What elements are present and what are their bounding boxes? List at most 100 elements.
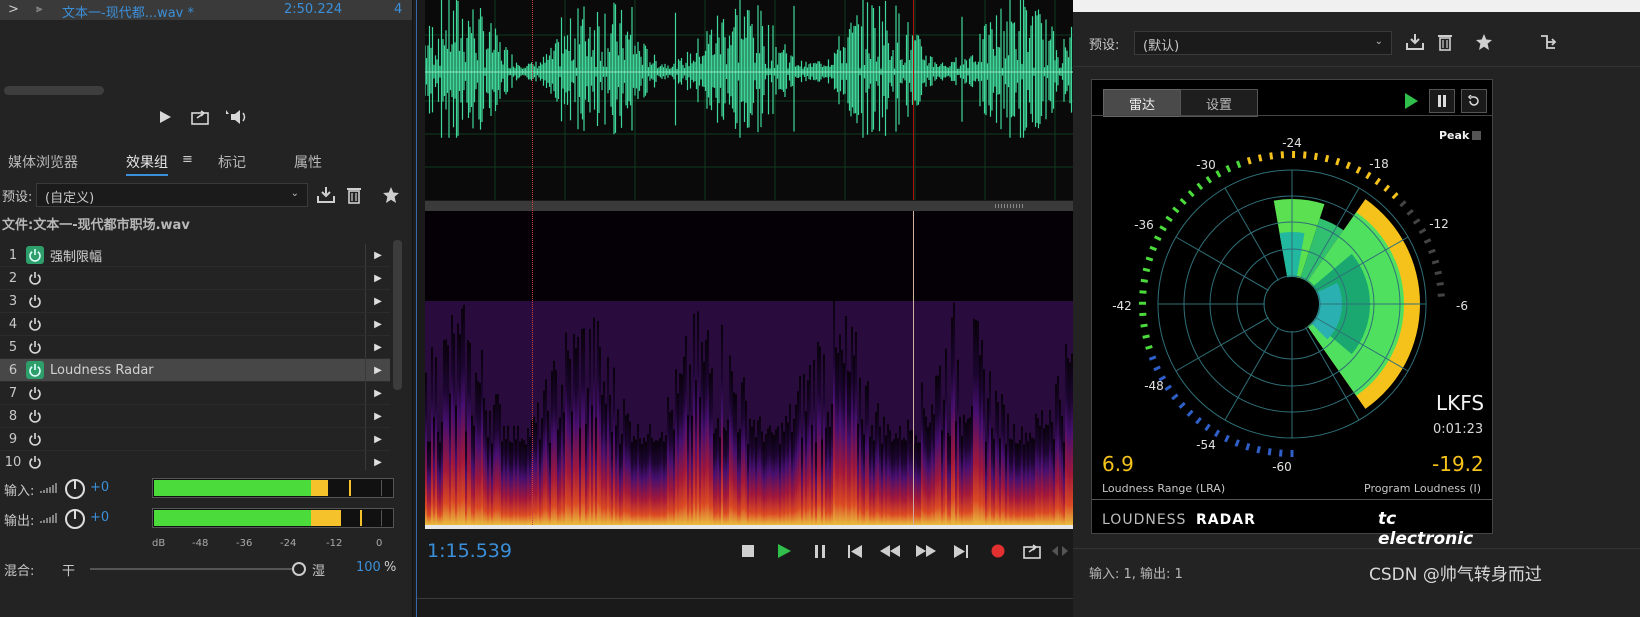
panel-tabs: 媒体浏览器 效果组 ≡ 标记 属性 (0, 150, 412, 176)
view-divider[interactable] (425, 201, 1073, 211)
effect-menu-arrow-icon[interactable]: ▶ (365, 359, 390, 381)
pause-icon[interactable] (811, 542, 829, 560)
record-icon[interactable] (989, 542, 1007, 560)
export-icon[interactable] (1021, 542, 1043, 560)
slot-number: 10 (4, 454, 22, 470)
power-icon[interactable] (26, 384, 44, 402)
power-icon[interactable] (26, 269, 44, 287)
effect-menu-arrow-icon[interactable]: ▶ (365, 267, 390, 289)
power-icon[interactable] (26, 453, 44, 470)
power-icon[interactable] (26, 338, 44, 356)
preset-select[interactable]: (默认) ⌄ (1134, 31, 1392, 55)
input-gain-knob[interactable] (64, 478, 86, 500)
mix-slider-handle[interactable] (292, 562, 306, 576)
rack-slot[interactable]: 5 ▶ (0, 336, 390, 359)
file-list-row[interactable]: > ⫸ 文本一-现代都...wav * 2:50.224 4 (0, 0, 412, 21)
effect-menu-arrow-icon[interactable]: ▶ (365, 336, 390, 358)
current-time: 1:15.539 (427, 540, 512, 562)
rack-slot[interactable]: 10 ▶ (0, 451, 390, 470)
mix-wet-label: 湿 (312, 564, 326, 579)
fast-forward-icon[interactable] (915, 542, 937, 560)
waveform-icon: ⫸ (36, 2, 43, 15)
power-icon[interactable] (26, 315, 44, 333)
slot-number: 1 (8, 247, 18, 263)
favorite-star-icon[interactable] (1473, 32, 1495, 52)
horizontal-scrollbar[interactable] (4, 86, 104, 95)
routing-icon[interactable] (1537, 32, 1559, 52)
radar-scale-label: -30 (1196, 158, 1216, 172)
rack-scrollbar[interactable] (393, 240, 402, 390)
rewind-icon[interactable] (879, 542, 901, 560)
separator (1073, 66, 1640, 67)
effect-menu-arrow-icon[interactable]: ▶ (365, 405, 390, 427)
rack-slot[interactable]: 4 ▶ (0, 313, 390, 336)
radar-scale-label: -12 (1429, 217, 1449, 231)
spectrogram-display[interactable] (425, 211, 1073, 525)
rack-slot[interactable]: 3 ▶ (0, 290, 390, 313)
waveform-display[interactable] (425, 0, 1073, 200)
rack-slot[interactable]: 1 强制限幅 ▶ (0, 244, 390, 267)
program-loudness-value: -19.2 (1432, 452, 1484, 476)
output-gain-value[interactable]: +0 (90, 510, 109, 525)
tab-effects-rack[interactable]: 效果组 (126, 152, 168, 176)
skip-to-end-icon[interactable] (951, 542, 971, 560)
power-icon[interactable] (26, 430, 44, 448)
brand-radar: RADAR (1196, 512, 1256, 528)
mix-percent-value[interactable]: 100 (356, 560, 381, 575)
brand-separator (1092, 499, 1492, 500)
export-icon[interactable] (190, 108, 210, 126)
skip-selection-icon[interactable] (1049, 542, 1071, 560)
mix-slider-track[interactable] (90, 568, 300, 570)
scale-tick: 0 (376, 538, 383, 549)
effect-menu-arrow-icon[interactable]: ▶ (365, 313, 390, 335)
preset-select[interactable]: (自定义) ⌄ (36, 183, 308, 207)
play-icon[interactable] (775, 542, 793, 560)
delete-preset-icon[interactable] (344, 185, 364, 205)
rack-slot[interactable]: 2 ▶ (0, 267, 390, 290)
divider-grip-icon[interactable] (995, 204, 1025, 208)
brand-loudness: LOUDNESS (1102, 512, 1187, 528)
rack-slot[interactable]: 6 Loudness Radar ▶ (0, 359, 390, 382)
separator (1073, 548, 1640, 549)
tab-markers[interactable]: 标记 (218, 152, 246, 172)
file-name: 文本一-现代都...wav * (62, 6, 195, 21)
rack-slot[interactable]: 7 ▶ (0, 382, 390, 405)
effects-panel: > ⫸ 文本一-现代都...wav * 2:50.224 4 媒体浏览器 效果组… (0, 0, 413, 617)
tab-media-browser[interactable]: 媒体浏览器 (8, 152, 78, 172)
mix-row: 混合: 干 湿 100 % (0, 558, 412, 580)
skip-to-start-icon[interactable] (845, 542, 865, 560)
effect-menu-arrow-icon[interactable]: ▶ (365, 244, 390, 266)
save-preset-icon[interactable] (316, 185, 336, 205)
power-icon[interactable] (26, 292, 44, 310)
output-gain-knob[interactable] (64, 508, 86, 530)
power-icon[interactable] (26, 407, 44, 425)
panel-divider (417, 598, 1073, 599)
autoplay-speaker-icon[interactable] (222, 108, 250, 126)
power-icon[interactable] (26, 246, 44, 264)
delete-preset-icon[interactable] (1435, 32, 1455, 52)
effect-menu-arrow-icon[interactable]: ▶ (365, 428, 390, 450)
elapsed-time: 0:01:23 (1433, 422, 1484, 437)
rack-slot[interactable]: 9 ▶ (0, 428, 390, 451)
input-gain-value[interactable]: +0 (90, 480, 109, 495)
tab-properties[interactable]: 属性 (294, 152, 322, 172)
slot-number: 6 (8, 362, 18, 378)
power-icon[interactable] (26, 361, 44, 379)
signal-bars-icon (40, 483, 57, 493)
scale-tick: -24 (280, 538, 297, 549)
play-icon[interactable] (156, 108, 174, 126)
save-preset-icon[interactable] (1405, 32, 1425, 52)
hamburger-menu-icon[interactable]: ≡ (182, 152, 193, 167)
rack-slot[interactable]: 8 ▶ (0, 405, 390, 428)
effect-menu-arrow-icon[interactable]: ▶ (365, 451, 390, 470)
effect-menu-arrow-icon[interactable]: ▶ (365, 382, 390, 404)
radar-scale-label: -60 (1272, 460, 1292, 474)
stop-icon[interactable] (739, 542, 757, 560)
effect-name: Loudness Radar (50, 362, 154, 378)
program-loudness-label: Program Loudness (I) (1364, 482, 1482, 495)
lra-label: Loudness Range (LRA) (1102, 482, 1226, 495)
favorite-star-icon[interactable] (380, 185, 402, 205)
expand-arrow-icon[interactable]: > (8, 2, 19, 17)
slot-number: 3 (8, 293, 18, 309)
effect-menu-arrow-icon[interactable]: ▶ (365, 290, 390, 312)
